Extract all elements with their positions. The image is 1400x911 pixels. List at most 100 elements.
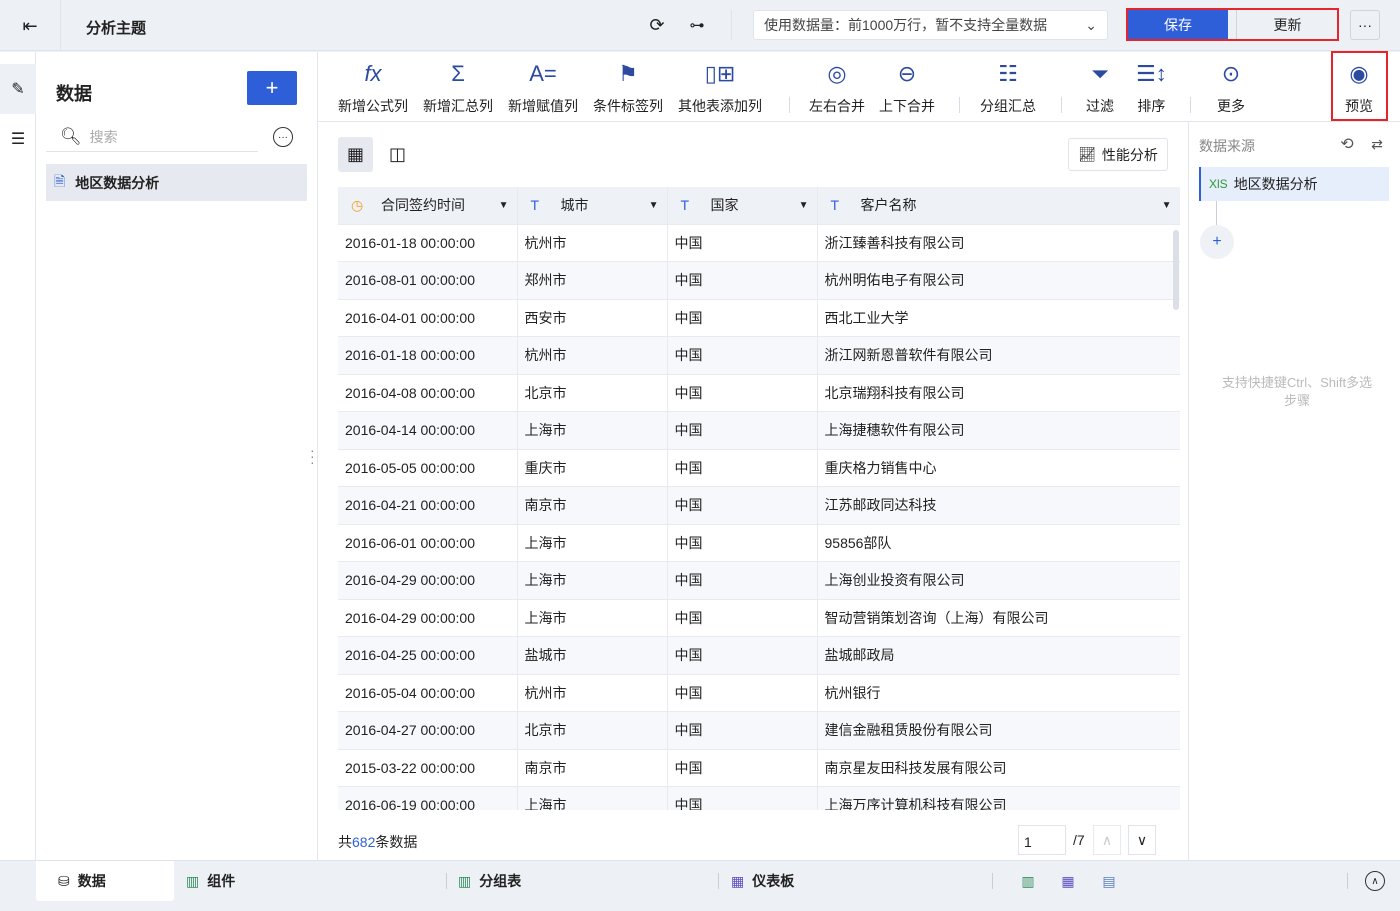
table-cell[interactable]: 建信金融租赁股份有限公司 [817, 711, 1180, 750]
table-cell[interactable]: 北京市 [517, 711, 668, 750]
add-assign-column-button[interactable]: A= 新增赋值列 [508, 52, 578, 122]
table-cell[interactable]: 2016-08-01 00:00:00 [338, 261, 518, 300]
history-icon[interactable]: ⟲ [1337, 134, 1357, 154]
step-item[interactable]: XlS 地区数据分析 [1199, 167, 1389, 201]
column-header[interactable]: T 国家 ▼ [667, 187, 818, 225]
table-cell[interactable]: 2016-04-27 00:00:00 [338, 711, 518, 750]
tab-dashboard[interactable]: ▦ 仪表板 [731, 861, 794, 901]
add-data-button[interactable]: + [247, 71, 297, 105]
grid-view-icon[interactable]: ▦ [338, 137, 373, 172]
table-cell[interactable]: 2016-01-18 00:00:00 [338, 336, 518, 375]
table-cell[interactable]: 浙江网新恩普软件有限公司 [817, 336, 1180, 375]
table-cell[interactable]: 2016-04-01 00:00:00 [338, 299, 518, 337]
add-step-button[interactable]: + [1200, 225, 1234, 259]
table-cell[interactable]: 2016-04-25 00:00:00 [338, 636, 518, 675]
table-cell[interactable]: 2016-04-14 00:00:00 [338, 411, 518, 450]
merge-horizontal-button[interactable]: ◎ 左右合并 [809, 52, 865, 122]
table-cell[interactable]: 上海市 [517, 411, 668, 450]
table-cell[interactable]: 中国 [667, 786, 818, 810]
table-cell[interactable]: 上海创业投资有限公司 [817, 561, 1180, 600]
table-cell[interactable]: 上海市 [517, 524, 668, 562]
group-summary-button[interactable]: ☷ 分组汇总 [980, 52, 1036, 122]
preview-button[interactable]: ◉ 预览 [1345, 52, 1373, 122]
search-input[interactable]: 🔍︎ 搜索 [46, 122, 258, 152]
collapse-up-icon[interactable]: ∧ [1365, 871, 1385, 891]
table-cell[interactable]: 中国 [667, 374, 818, 412]
add-other-table-column-button[interactable]: ▯⊞ 其他表添加列 [678, 52, 762, 122]
sort-button[interactable]: ☰↕ 排序 [1136, 52, 1167, 122]
refresh-icon[interactable]: ⟳ [646, 14, 668, 36]
add-report-icon[interactable]: ▤ [1098, 871, 1120, 891]
table-cell[interactable]: 中国 [667, 749, 818, 787]
table-cell[interactable]: 西北工业大学 [817, 299, 1180, 337]
settings-sliders-icon[interactable]: ☰ [0, 114, 36, 164]
lineage-icon[interactable]: ⊶ [686, 14, 708, 36]
add-dashboard-icon[interactable]: ▦ [1057, 871, 1079, 891]
column-header[interactable]: T 客户名称 ▼ [817, 187, 1180, 225]
update-button[interactable]: 更新 [1236, 10, 1338, 40]
table-cell[interactable]: 95856部队 [817, 524, 1180, 562]
table-cell[interactable]: 中国 [667, 561, 818, 600]
data-edit-icon[interactable]: ✎ [0, 64, 36, 114]
save-button[interactable]: 保存 [1128, 10, 1228, 40]
table-cell[interactable]: 2016-05-04 00:00:00 [338, 674, 518, 712]
table-cell[interactable]: 南京市 [517, 749, 668, 787]
column-header[interactable]: T 城市 ▼ [517, 187, 668, 225]
table-cell[interactable]: 盐城市 [517, 636, 668, 675]
prev-page-button[interactable]: ∧ [1093, 825, 1121, 855]
list-item[interactable]: 🗎 地区数据分析 [46, 164, 307, 201]
page-input[interactable]: 1 [1018, 825, 1066, 855]
resize-handle[interactable]: · · · [310, 443, 315, 469]
table-cell[interactable]: 2016-06-19 00:00:00 [338, 786, 518, 810]
add-formula-column-button[interactable]: fx 新增公式列 [338, 52, 408, 122]
table-cell[interactable]: 西安市 [517, 299, 668, 337]
table-cell[interactable]: 上海市 [517, 599, 668, 637]
table-cell[interactable]: 杭州明佑电子有限公司 [817, 261, 1180, 300]
table-cell[interactable]: 中国 [667, 224, 818, 262]
table-cell[interactable]: 中国 [667, 711, 818, 750]
table-cell[interactable]: 南京市 [517, 486, 668, 525]
next-page-button[interactable]: ∨ [1128, 825, 1156, 855]
table-cell[interactable]: 中国 [667, 599, 818, 637]
table-cell[interactable]: 浙江臻善科技有限公司 [817, 224, 1180, 262]
table-cell[interactable]: 南京星友田科技发展有限公司 [817, 749, 1180, 787]
table-cell[interactable]: 中国 [667, 411, 818, 450]
table-cell[interactable]: 2016-04-29 00:00:00 [338, 599, 518, 637]
table-cell[interactable]: 郑州市 [517, 261, 668, 300]
table-cell[interactable]: 2015-03-22 00:00:00 [338, 749, 518, 787]
more-button[interactable]: ⊙ 更多 [1217, 52, 1245, 122]
merge-vertical-button[interactable]: ⊖ 上下合并 [879, 52, 935, 122]
add-condition-label-button[interactable]: ⚑ 条件标签列 [593, 52, 663, 122]
dropdown-arrow-icon[interactable]: ▼ [649, 200, 659, 211]
table-cell[interactable]: 中国 [667, 336, 818, 375]
table-cell[interactable]: 2016-05-05 00:00:00 [338, 449, 518, 487]
data-limit-select[interactable]: 使用数据量：前1000万行，暂不支持全量数据 ⌄ [753, 10, 1108, 40]
table-cell[interactable]: 重庆市 [517, 449, 668, 487]
table-cell[interactable]: 中国 [667, 261, 818, 300]
table-cell[interactable]: 杭州市 [517, 336, 668, 375]
table-cell[interactable]: 2016-04-29 00:00:00 [338, 561, 518, 600]
dropdown-arrow-icon[interactable]: ▼ [1162, 200, 1172, 211]
dropdown-arrow-icon[interactable]: ▼ [499, 200, 509, 211]
table-cell[interactable]: 上海市 [517, 786, 668, 810]
table-cell[interactable]: 智动营销策划咨询（上海）有限公司 [817, 599, 1180, 637]
exit-icon[interactable]: ⇤ [18, 14, 42, 38]
table-cell[interactable]: 上海捷穗软件有限公司 [817, 411, 1180, 450]
table-cell[interactable]: 中国 [667, 449, 818, 487]
table-cell[interactable]: 江苏邮政同达科技 [817, 486, 1180, 525]
table-cell[interactable]: 中国 [667, 636, 818, 675]
table-cell[interactable]: 2016-04-21 00:00:00 [338, 486, 518, 525]
more-button[interactable]: ··· [1350, 10, 1380, 40]
table-cell[interactable]: 杭州银行 [817, 674, 1180, 712]
vertical-scrollbar[interactable] [1173, 230, 1179, 310]
table-cell[interactable]: 重庆格力销售中心 [817, 449, 1180, 487]
table-cell[interactable]: 中国 [667, 674, 818, 712]
add-summary-column-button[interactable]: Σ 新增汇总列 [423, 52, 493, 122]
column-header[interactable]: ◷ 合同签约时间 ▼ [338, 187, 518, 225]
add-component-icon[interactable]: ▥ [1017, 871, 1039, 891]
layout-view-icon[interactable]: ◫ [380, 137, 415, 172]
performance-analysis-button[interactable]: 📈︎ 性能分析 [1068, 138, 1168, 171]
filter-button[interactable]: ⏷ 过滤 [1086, 52, 1114, 122]
table-cell[interactable]: 2016-06-01 00:00:00 [338, 524, 518, 562]
table-cell[interactable]: 中国 [667, 486, 818, 525]
